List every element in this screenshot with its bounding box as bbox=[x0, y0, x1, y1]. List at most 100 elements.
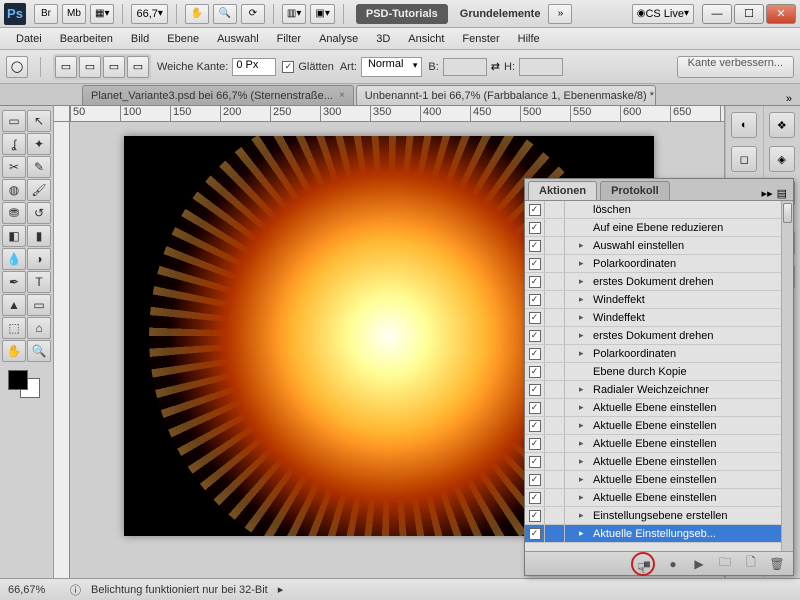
action-dialog-toggle[interactable] bbox=[545, 327, 565, 344]
action-dialog-toggle[interactable] bbox=[545, 399, 565, 416]
ruler-origin[interactable] bbox=[54, 106, 70, 122]
action-row[interactable]: ✓Aktuelle Ebene einstellen bbox=[525, 435, 781, 453]
tabbar-overflow[interactable]: » bbox=[778, 93, 800, 105]
style-select[interactable]: Normal bbox=[361, 57, 422, 77]
eraser-tool[interactable]: ◧ bbox=[2, 225, 26, 247]
minibridge-button[interactable]: Mb bbox=[62, 4, 86, 24]
action-row[interactable]: ✓Aktuelle Ebene einstellen bbox=[525, 453, 781, 471]
workspace-primary[interactable]: PSD-Tutorials bbox=[356, 4, 448, 24]
window-close[interactable]: ✕ bbox=[766, 4, 796, 24]
zoom-tool[interactable]: 🔍 bbox=[27, 340, 51, 362]
action-toggle-checkbox[interactable]: ✓ bbox=[525, 417, 545, 434]
adjustments-panel-icon[interactable]: ◐ bbox=[731, 112, 757, 138]
marquee-tool[interactable]: ▭ bbox=[2, 110, 26, 132]
screen-mode-button[interactable]: ▣▾ bbox=[310, 4, 334, 24]
action-dialog-toggle[interactable] bbox=[545, 291, 565, 308]
action-dialog-toggle[interactable] bbox=[545, 435, 565, 452]
action-row[interactable]: ✓Aktuelle Einstellungseb... bbox=[525, 525, 781, 543]
action-toggle-checkbox[interactable]: ✓ bbox=[525, 489, 545, 506]
action-row[interactable]: ✓Auswahl einstellen bbox=[525, 237, 781, 255]
action-row[interactable]: ✓Aktuelle Ebene einstellen bbox=[525, 471, 781, 489]
menu-fenster[interactable]: Fenster bbox=[454, 31, 507, 47]
arrange-docs-button[interactable]: ▥▾ bbox=[282, 4, 306, 24]
refine-edge-button[interactable]: Kante verbessern... bbox=[677, 56, 794, 78]
type-tool[interactable]: T bbox=[27, 271, 51, 293]
action-toggle-checkbox[interactable]: ✓ bbox=[525, 255, 545, 272]
action-dialog-toggle[interactable] bbox=[545, 489, 565, 506]
action-row[interactable]: ✓Aktuelle Ebene einstellen bbox=[525, 399, 781, 417]
action-dialog-toggle[interactable] bbox=[545, 237, 565, 254]
menu-3d[interactable]: 3D bbox=[368, 31, 398, 47]
ruler-vertical[interactable] bbox=[54, 122, 70, 578]
action-row[interactable]: ✓Auf eine Ebene reduzieren bbox=[525, 219, 781, 237]
blur-tool[interactable]: 💧 bbox=[2, 248, 26, 270]
action-toggle-checkbox[interactable]: ✓ bbox=[525, 201, 545, 218]
add-selection-icon[interactable]: ▭ bbox=[79, 56, 101, 78]
pen-tool[interactable]: ✒ bbox=[2, 271, 26, 293]
new-set-button[interactable]: 🗀 bbox=[717, 556, 733, 572]
action-row[interactable]: ✓Ebene durch Kopie bbox=[525, 363, 781, 381]
healing-brush-tool[interactable]: ◍ bbox=[2, 179, 26, 201]
action-toggle-checkbox[interactable]: ✓ bbox=[525, 327, 545, 344]
record-button[interactable]: ● bbox=[665, 556, 681, 572]
action-dialog-toggle[interactable] bbox=[545, 345, 565, 362]
antialias-checkbox[interactable]: ✓ bbox=[282, 61, 294, 73]
subtract-selection-icon[interactable]: ▭ bbox=[103, 56, 125, 78]
menu-hilfe[interactable]: Hilfe bbox=[510, 31, 548, 47]
action-dialog-toggle[interactable] bbox=[545, 471, 565, 488]
action-toggle-checkbox[interactable]: ✓ bbox=[525, 507, 545, 524]
action-dialog-toggle[interactable] bbox=[545, 507, 565, 524]
rotate-view-button[interactable]: ⟳ bbox=[241, 4, 265, 24]
menu-auswahl[interactable]: Auswahl bbox=[209, 31, 267, 47]
foreground-swatch[interactable] bbox=[8, 370, 28, 390]
status-zoom[interactable]: 66,67% bbox=[8, 584, 60, 596]
action-row[interactable]: ✓Aktuelle Ebene einstellen bbox=[525, 489, 781, 507]
action-toggle-checkbox[interactable]: ✓ bbox=[525, 291, 545, 308]
gradient-tool[interactable]: ▮ bbox=[27, 225, 51, 247]
new-action-button[interactable]: 🗋 bbox=[743, 556, 759, 572]
active-tool-icon[interactable]: ◯ bbox=[6, 56, 28, 78]
panel-collapse-icon[interactable]: ▸▸ bbox=[762, 187, 773, 200]
channels-panel-icon[interactable]: ◈ bbox=[769, 146, 795, 172]
workspace-more[interactable]: » bbox=[548, 4, 572, 24]
menu-bild[interactable]: Bild bbox=[123, 31, 157, 47]
window-maximize[interactable]: ☐ bbox=[734, 4, 764, 24]
zoom-dropdown[interactable]: 66,7 ▾ bbox=[131, 4, 167, 24]
action-toggle-checkbox[interactable]: ✓ bbox=[525, 237, 545, 254]
action-dialog-toggle[interactable] bbox=[545, 417, 565, 434]
menu-analyse[interactable]: Analyse bbox=[311, 31, 366, 47]
cslive-button[interactable]: ◉ CS Live ▾ bbox=[632, 4, 694, 24]
layers-panel-icon[interactable]: ❖ bbox=[769, 112, 795, 138]
action-toggle-checkbox[interactable]: ✓ bbox=[525, 273, 545, 290]
crop-tool[interactable]: ✂ bbox=[2, 156, 26, 178]
brush-tool[interactable]: 🖌 bbox=[27, 179, 51, 201]
ruler-horizontal[interactable]: 5010015020025030035040045050055060065070… bbox=[70, 106, 724, 122]
action-toggle-checkbox[interactable]: ✓ bbox=[525, 219, 545, 236]
feather-input[interactable]: 0 Px bbox=[232, 58, 276, 76]
action-dialog-toggle[interactable] bbox=[545, 255, 565, 272]
delete-button[interactable]: 🗑 bbox=[769, 556, 785, 572]
clone-stamp-tool[interactable]: ⛃ bbox=[2, 202, 26, 224]
menu-ebene[interactable]: Ebene bbox=[159, 31, 207, 47]
history-brush-tool[interactable]: ↺ bbox=[27, 202, 51, 224]
action-dialog-toggle[interactable] bbox=[545, 453, 565, 470]
tab-aktionen[interactable]: Aktionen bbox=[528, 181, 597, 200]
panel-scrollbar[interactable] bbox=[781, 201, 793, 551]
hand-tool-button[interactable]: ✋ bbox=[185, 4, 209, 24]
scrollbar-thumb[interactable] bbox=[783, 203, 792, 223]
masks-panel-icon[interactable]: ◻ bbox=[731, 146, 757, 172]
magic-wand-tool[interactable]: ✦ bbox=[27, 133, 51, 155]
status-info-icon[interactable]: ⓘ bbox=[70, 582, 81, 598]
shape-tool[interactable]: ▭ bbox=[27, 294, 51, 316]
action-dialog-toggle[interactable] bbox=[545, 201, 565, 218]
action-toggle-checkbox[interactable]: ✓ bbox=[525, 453, 545, 470]
action-dialog-toggle[interactable] bbox=[545, 273, 565, 290]
new-selection-icon[interactable]: ▭ bbox=[55, 56, 77, 78]
intersect-selection-icon[interactable]: ▭ bbox=[127, 56, 149, 78]
menu-filter[interactable]: Filter bbox=[269, 31, 309, 47]
document-tab[interactable]: Unbenannt-1 bei 66,7% (Farbbalance 1, Eb… bbox=[356, 85, 656, 105]
menu-bearbeiten[interactable]: Bearbeiten bbox=[52, 31, 121, 47]
action-dialog-toggle[interactable] bbox=[545, 525, 565, 542]
action-row[interactable]: ✓Polarkoordinaten bbox=[525, 345, 781, 363]
move-tool[interactable]: ↖ bbox=[27, 110, 51, 132]
